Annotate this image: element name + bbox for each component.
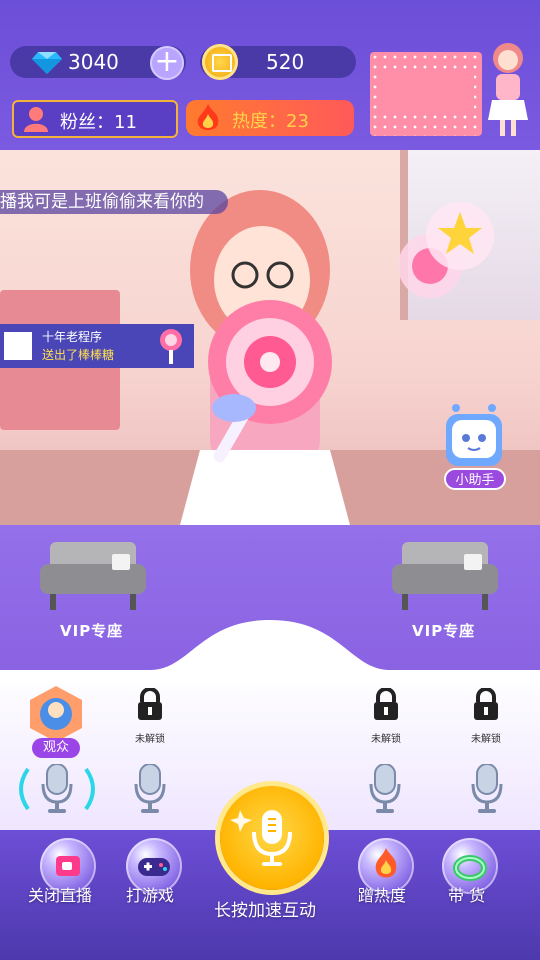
anchor-avatar[interactable] — [482, 40, 534, 140]
viewer-tag: 观众 — [32, 738, 80, 758]
mic-icon[interactable] — [368, 764, 402, 814]
plus-icon[interactable]: + — [150, 46, 184, 80]
hold-interact-label[interactable]: 长按加速互动 — [214, 896, 316, 921]
fans-counter[interactable]: 粉丝：11 — [12, 100, 178, 138]
mic-icon[interactable] — [470, 764, 504, 814]
coin-count: 520 — [266, 50, 305, 74]
hold-interact-button[interactable] — [220, 786, 324, 890]
banner-panel — [378, 72, 474, 114]
locked-seat-3[interactable]: 未解锁 — [356, 687, 416, 745]
sell-goods-label[interactable]: 带 货 — [448, 882, 485, 906]
vip-sofa-right[interactable] — [392, 542, 498, 612]
play-game-label[interactable]: 打游戏 — [126, 882, 174, 906]
locked-seat-label: 未解锁 — [471, 734, 501, 745]
live-scene: 播我可是上班偷偷来看你的 十年老程序 送出了棒棒糖 小助手 — [0, 150, 540, 525]
locked-seat-label: 未解锁 — [135, 734, 165, 745]
mic-icon — [230, 810, 292, 866]
top-bar: 3040 + 520 粉丝：11 热度：23 — [0, 0, 540, 150]
coin-icon — [202, 44, 238, 80]
anchor-banner[interactable] — [370, 52, 482, 136]
helper-label[interactable]: 小助手 — [444, 468, 506, 490]
sender-avatar — [4, 332, 32, 360]
locked-seat-2[interactable]: 未解锁 — [120, 687, 180, 745]
lock-icon — [374, 687, 398, 720]
diamond-icon — [32, 52, 62, 74]
marquee-comment: 播我可是上班偷偷来看你的 — [0, 190, 228, 214]
fans-label: 粉丝：11 — [60, 112, 137, 133]
locked-seat-label: 未解锁 — [371, 734, 401, 745]
vip-sofa-left[interactable] — [40, 542, 146, 612]
viewer-avatar[interactable] — [26, 684, 86, 744]
give-heat-label[interactable]: 蹭热度 — [358, 882, 406, 906]
locked-seat-4[interactable]: 未解锁 — [456, 687, 516, 745]
mic-icon[interactable] — [133, 764, 167, 814]
person-icon — [24, 107, 48, 132]
close-live-label[interactable]: 关闭直播 — [28, 882, 92, 906]
gift-sender: 十年老程序 — [42, 330, 103, 344]
gift-notification: 十年老程序 送出了棒棒糖 — [0, 324, 194, 368]
heat-label: 热度：23 — [232, 111, 309, 132]
mic-icon[interactable] — [40, 764, 74, 814]
lock-icon — [474, 687, 498, 720]
gift-message: 送出了棒棒糖 — [42, 348, 115, 362]
flame-icon — [197, 104, 219, 130]
lollipop-bubble-icon — [398, 202, 494, 298]
diamond-count: 3040 — [68, 50, 119, 74]
heat-counter[interactable]: 热度：23 — [186, 100, 354, 136]
lock-icon — [138, 687, 162, 720]
lollipop-icon — [160, 329, 182, 364]
